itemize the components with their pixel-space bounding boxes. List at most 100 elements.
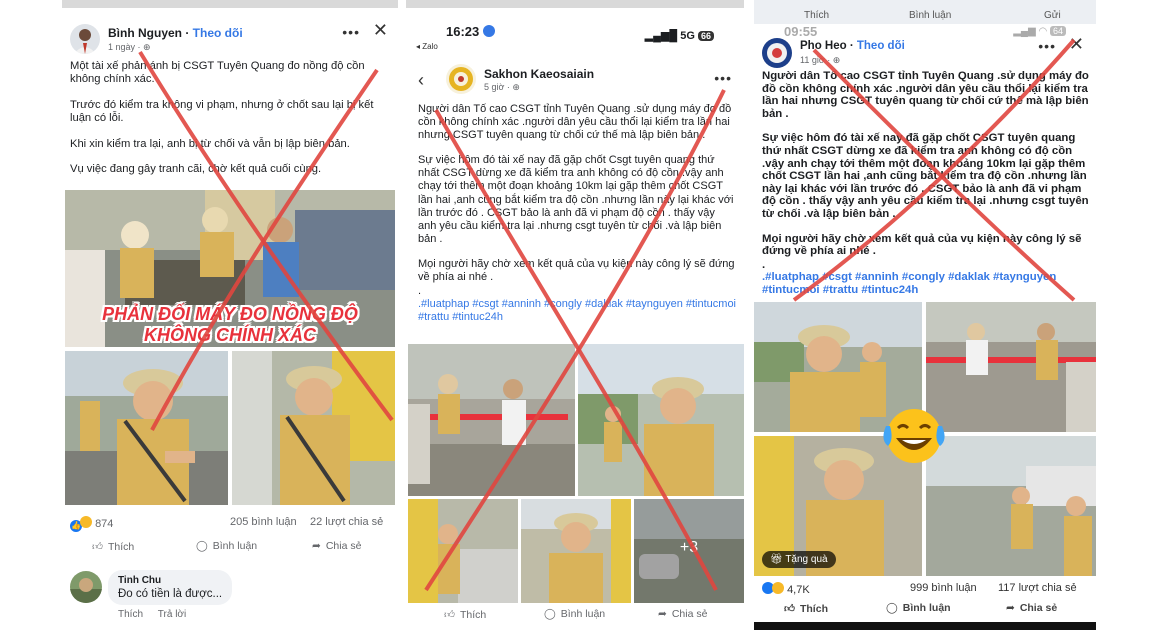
globe-icon: ⊕	[143, 42, 151, 52]
signal-icon: ▂▄▆█	[644, 30, 678, 42]
author-name[interactable]: Sakhon Kaeosaiain	[484, 67, 594, 81]
post-body: Một tài xế phản ánh bị CSGT Tuyên Quang …	[70, 60, 390, 188]
comment-button[interactable]: ◯ Bình luận	[196, 540, 257, 552]
post-paragraph: Mọi người hãy chờ xem kết quả của vụ kiệ…	[418, 257, 735, 284]
post-paragraph: Sự việc hôm đó tài xế nay đã gặp chốt CS…	[762, 132, 1089, 220]
comment-like-link[interactable]: Thích	[118, 609, 143, 620]
post-panel-2: 16:23 ◂ Zalo ▂▄▆█ 5G 66 ‹ Sakhon Kaeosai…	[406, 0, 744, 630]
comments-count[interactable]: 205 bình luận	[230, 516, 297, 528]
author-name[interactable]: Bình Nguyen · Theo dõi	[108, 26, 243, 40]
wifi-icon: ◠	[1038, 26, 1048, 37]
action-bar: 👍︎ Thích ◯ Bình luận ➦ Chia sẻ	[406, 608, 744, 626]
post-photo-2[interactable]	[578, 344, 744, 496]
location-icon	[482, 25, 495, 37]
like-button[interactable]: 👍︎ Thích	[784, 602, 828, 616]
post-photo-more[interactable]: +3	[634, 499, 744, 603]
home-indicator-strip	[754, 622, 1096, 630]
reactions-count[interactable]: 4,7K	[762, 582, 810, 596]
share-icon: ➦	[658, 608, 667, 620]
post-time: 11 giờ · ⊕	[800, 55, 841, 65]
post-photo-2[interactable]	[926, 302, 1096, 432]
comment-button[interactable]: ◯ Bình luận	[886, 602, 951, 614]
top-comment[interactable]: Bình luận	[909, 10, 951, 21]
post-paragraph: Vụ việc đang gây tranh cãi, chờ kết quả …	[70, 163, 322, 176]
avatar[interactable]	[70, 24, 100, 54]
commenter-avatar[interactable]	[70, 571, 102, 603]
more-options-icon[interactable]: •••	[714, 70, 732, 86]
back-arrow-icon[interactable]: ‹	[418, 70, 424, 91]
comment-button[interactable]: ◯ Bình luận	[544, 608, 605, 620]
thumbs-up-icon: 👍︎	[92, 541, 103, 553]
like-button[interactable]: 👍︎ Thích	[444, 608, 486, 622]
globe-icon: ⊕	[512, 82, 520, 92]
post-photo-4[interactable]	[521, 499, 631, 603]
top-strip	[406, 0, 744, 8]
top-send[interactable]: Gửi	[1044, 10, 1061, 21]
post-paragraph: Trước đó kiểm tra không vi phạm, nhưng ở…	[70, 98, 374, 125]
post-panel-3: Thích Bình luận Gửi 09:55 ▂▄▆ ◠ 64 Pho H…	[754, 0, 1096, 630]
haha-reaction-icon	[772, 582, 784, 594]
comment-text: Đo có tiền là được...	[118, 588, 223, 600]
close-icon[interactable]: ✕	[373, 20, 388, 41]
avatar[interactable]	[762, 38, 792, 68]
status-clock: 16:23	[446, 24, 495, 39]
post-paragraph: Người dân Tố cao CSGT tỉnh Tuyên Quang .…	[418, 103, 732, 142]
share-icon: ➦	[312, 540, 321, 552]
share-button[interactable]: ➦ Chia sẻ	[312, 540, 361, 552]
thumbs-up-icon: 👍︎	[784, 603, 795, 615]
post-photo-2[interactable]	[65, 351, 228, 505]
comment-reply-link[interactable]: Trả lời	[158, 609, 186, 620]
comment-bubble: Tinh Chu Đo có tiền là được...	[108, 570, 233, 605]
comment-icon: ◯	[544, 608, 556, 620]
post-photo-3[interactable]	[408, 499, 518, 603]
photo-banner: PHẢN ĐỐI MÁY ĐO NỒNG ĐỘ KHÔNG CHÍNH XÁC	[102, 304, 358, 345]
status-icons: ▂▄▆ ◠ 64	[1013, 26, 1066, 37]
top-strip	[62, 0, 398, 8]
author-name[interactable]: Pho Heo · Theo dõi	[800, 40, 905, 52]
commenter-name[interactable]: Tinh Chu	[118, 575, 222, 586]
hashtags[interactable]: .#luatphap #csgt #anninh #congly #daklak…	[418, 298, 736, 324]
back-to-app[interactable]: ◂ Zalo	[416, 42, 438, 51]
post-body: Người dân Tố cao CSGT tỉnh Tuyên Quang .…	[418, 103, 737, 324]
post-paragraph: Người dân Tố cao CSGT tỉnh Tuyên Quang .…	[762, 70, 1089, 120]
status-icons: ▂▄▆█ 5G 66	[645, 29, 714, 42]
post-photo-4[interactable]	[926, 436, 1096, 576]
battery-icon: 66	[697, 31, 714, 41]
share-icon: ➦	[1006, 602, 1015, 614]
post-paragraph: Khi xin kiểm tra lại, anh bị từ chối và …	[70, 137, 350, 150]
close-icon[interactable]: ✕	[1069, 34, 1084, 55]
post-time: 1 ngày · ⊕	[108, 42, 151, 52]
post-photo-main[interactable]: PHẢN ĐỐI MÁY ĐO NỒNG ĐỘ KHÔNG CHÍNH XÁC	[65, 190, 395, 347]
top-like[interactable]: Thích	[804, 10, 829, 21]
thumbs-up-icon: 👍︎	[444, 609, 455, 621]
follow-button[interactable]: Theo dõi	[857, 40, 905, 52]
post-photo-3[interactable]	[232, 351, 395, 505]
gift-icon: 🎁︎	[770, 554, 783, 565]
reactions-count[interactable]: 👍 874	[70, 516, 113, 532]
comment-actions: Thích Trả lời	[118, 609, 186, 620]
comments-count[interactable]: 999 bình luận	[910, 582, 977, 594]
comment-icon: ◯	[196, 540, 208, 552]
haha-reaction-icon	[80, 516, 92, 528]
post-time: 5 giờ · ⊕	[484, 82, 520, 92]
share-button[interactable]: ➦ Chia sẻ	[658, 608, 707, 620]
gift-button[interactable]: 🎁︎ Tặng quà	[762, 551, 836, 568]
status-clock: 09:55	[784, 24, 818, 39]
post-paragraph: Một tài xế phản ánh bị CSGT Tuyên Quang …	[70, 60, 365, 86]
post-paragraph: Sự việc hôm đó tài xế nay đã gặp chốt Cs…	[418, 154, 734, 245]
signal-icon: ▂▄▆	[1013, 26, 1036, 37]
globe-icon: ⊕	[832, 55, 841, 65]
follow-button[interactable]: Theo dõi	[193, 26, 243, 40]
more-options-icon[interactable]: •••	[342, 24, 360, 40]
post-header: Bình Nguyen · Theo dõi 1 ngày · ⊕ ••• ✕	[70, 20, 390, 56]
avatar[interactable]	[446, 64, 476, 94]
comment-icon: ◯	[886, 602, 898, 614]
hashtags[interactable]: .#luatphap #csgt #anninh #congly #daklak…	[762, 271, 1092, 296]
share-button[interactable]: ➦ Chia sẻ	[1006, 602, 1057, 614]
laughing-emoji-icon	[880, 404, 948, 466]
shares-count[interactable]: 22 lượt chia sẻ	[310, 516, 383, 528]
post-photo-1[interactable]	[408, 344, 575, 496]
like-button[interactable]: 👍︎ Thích	[92, 540, 134, 554]
more-options-icon[interactable]: •••	[1038, 38, 1056, 54]
shares-count[interactable]: 117 lượt chia sẻ	[998, 582, 1077, 594]
